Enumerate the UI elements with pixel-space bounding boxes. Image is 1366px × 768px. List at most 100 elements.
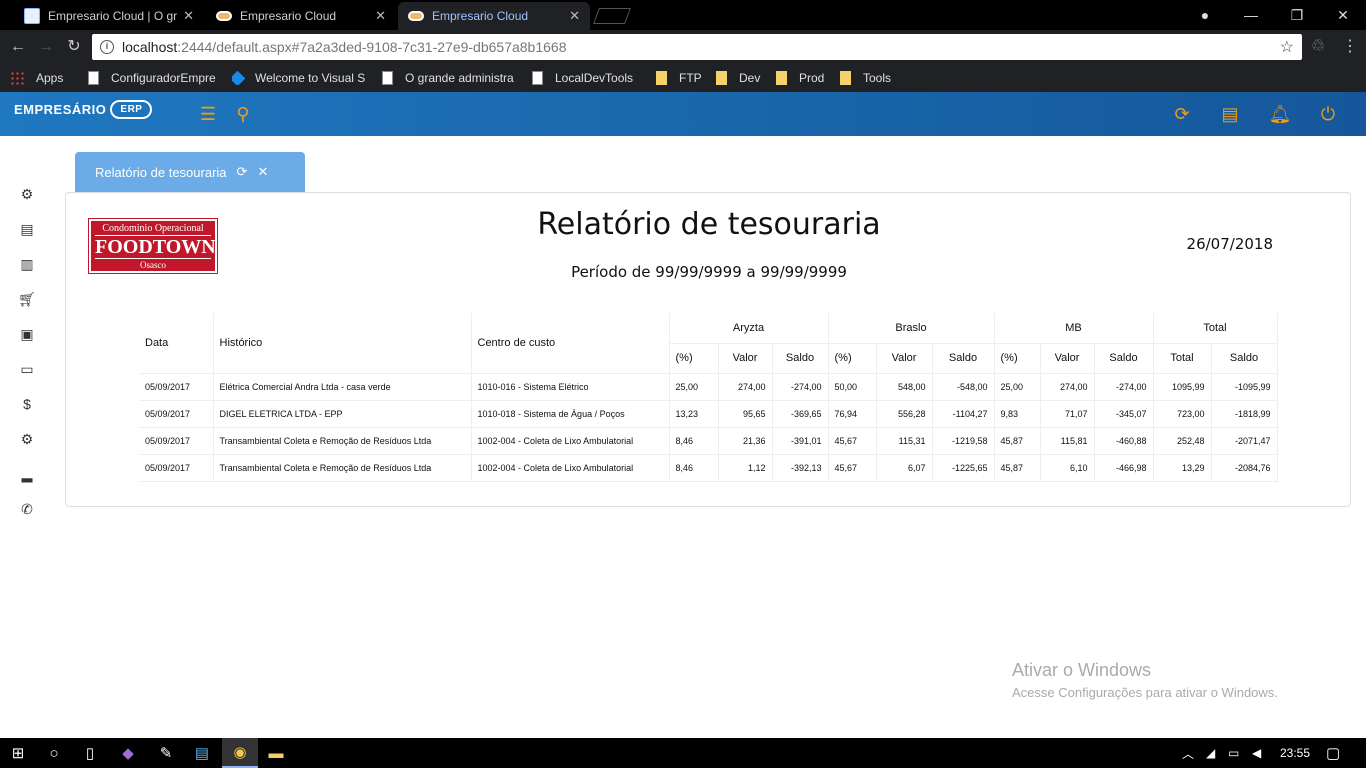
table-cell: -1104,27 xyxy=(932,400,995,428)
table-cell: 556,28 xyxy=(876,400,933,428)
list-icon[interactable]: ▤ xyxy=(16,218,38,240)
windows-start-icon[interactable]: ⊞ xyxy=(0,738,36,768)
table-cell: 05/09/2017 xyxy=(139,373,214,401)
volume-icon[interactable]: ◀ xyxy=(1252,738,1261,768)
table-cell: -2071,47 xyxy=(1211,427,1278,455)
bookmark-ftp[interactable]: FTP xyxy=(656,71,706,85)
tab-relatorio-tesouraria[interactable]: Relatório de tesouraria ⟳ ✕ xyxy=(75,152,305,192)
app-logo[interactable]: EMPRESÁRIO ERP xyxy=(14,100,153,119)
report-period: Período de 99/99/9999 a 99/99/9999 xyxy=(571,263,847,281)
bookmark-tools[interactable]: Tools xyxy=(840,71,900,85)
tray-chevron-icon[interactable]: ︿ xyxy=(1182,738,1194,768)
money-icon[interactable]: ▭ xyxy=(16,358,38,380)
minimize-button[interactable]: — xyxy=(1228,0,1274,30)
bar-chart-icon[interactable]: ▂ xyxy=(16,463,38,485)
extension-icon[interactable]: ♲ xyxy=(1308,37,1328,57)
back-icon[interactable]: ← xyxy=(8,37,28,57)
tab-label: Empresario Cloud xyxy=(240,9,337,23)
table-cell: 723,00 xyxy=(1153,400,1212,428)
wifi-icon[interactable]: ◢ xyxy=(1206,738,1215,768)
archive-icon[interactable]: ▣ xyxy=(16,323,38,345)
header-saldo: Saldo xyxy=(772,343,829,374)
reload-icon[interactable]: ↻ xyxy=(64,37,84,57)
battery-icon[interactable]: ▭ xyxy=(1228,738,1239,768)
info-icon[interactable]: i xyxy=(100,40,114,54)
bookmark-label: O grande administra xyxy=(405,71,514,85)
bookmark-configurador[interactable]: ConfiguradorEmpre xyxy=(88,71,222,85)
address-bar[interactable]: i localhost:2444/default.aspx#7a2a3ded-9… xyxy=(92,34,1302,60)
close-icon[interactable]: ✕ xyxy=(569,8,580,24)
table-cell: 1095,99 xyxy=(1153,373,1212,401)
bookmark-dev[interactable]: Dev xyxy=(716,71,766,85)
bookmark-label: Tools xyxy=(863,71,892,85)
report-date: 26/07/2018 xyxy=(1186,235,1273,253)
table-cell: -1095,99 xyxy=(1211,373,1278,401)
table-cell: -345,07 xyxy=(1094,400,1154,428)
menu-kebab-icon[interactable]: ⋮ xyxy=(1340,37,1360,57)
forward-icon[interactable]: → xyxy=(36,37,56,57)
new-tab-button[interactable] xyxy=(593,8,631,24)
table-cell: 274,00 xyxy=(1040,373,1095,401)
table-cell: 115,31 xyxy=(876,427,933,455)
browser-tab-2[interactable]: Empresario Cloud ✕ xyxy=(206,2,396,30)
task-view-icon[interactable]: ▯ xyxy=(72,738,108,768)
barcode-icon[interactable]: ▥ xyxy=(16,253,38,275)
bookmark-apps[interactable]: Apps xyxy=(10,71,66,85)
gear-icon[interactable]: ⚙ xyxy=(16,183,38,205)
bookmark-label: LocalDevTools xyxy=(555,71,634,85)
page-icon xyxy=(382,71,393,85)
table-cell: Transambiental Coleta e Remoção de Resíd… xyxy=(213,427,472,455)
table-cell: 45,87 xyxy=(994,427,1041,455)
table-cell: 1010-016 - Sistema Elétrico xyxy=(471,373,670,401)
folder-icon xyxy=(716,71,727,85)
cart-icon[interactable]: 🛒︎ xyxy=(16,288,38,310)
table-cell: -274,00 xyxy=(1094,373,1154,401)
notification-icon[interactable]: ▢ xyxy=(1326,738,1340,768)
table-cell: -1219,58 xyxy=(932,427,995,455)
gears-icon[interactable]: ⚙ xyxy=(16,428,38,450)
bookmarks-bar: Apps ConfiguradorEmpre Welcome to Visual… xyxy=(0,64,1366,92)
header-centro-custo: Centro de custo xyxy=(471,313,670,374)
table-row: 05/09/2017 Transambiental Coleta e Remoçã… xyxy=(139,454,1278,482)
phone-icon[interactable]: ✆ xyxy=(16,498,38,520)
close-icon[interactable]: ✕ xyxy=(257,164,268,180)
search-icon[interactable]: ⚲ xyxy=(231,102,255,126)
browser-tab-3[interactable]: Empresario Cloud ✕ xyxy=(398,2,590,30)
bookmark-prod[interactable]: Prod xyxy=(776,71,830,85)
bookmark-visual-studio[interactable]: Welcome to Visual S xyxy=(232,71,372,85)
windows-taskbar: ⊞ ○ ▯ ◆ ✎ ▤ ◉ ▬ ︿ ◢ ▭ ◀ 23:55 ▢ xyxy=(0,738,1366,768)
clock[interactable]: 23:55 xyxy=(1280,738,1310,768)
header-group-mb: MB xyxy=(994,313,1154,344)
bookmark-star-icon[interactable]: ☆ xyxy=(1280,37,1294,57)
refresh-icon[interactable]: ⟳ xyxy=(237,164,248,180)
hamburger-menu-icon[interactable]: ☰ xyxy=(196,102,220,126)
bell-icon[interactable]: 🔔︎ xyxy=(1268,102,1292,126)
close-icon[interactable]: ✕ xyxy=(183,8,194,24)
close-icon[interactable]: ✕ xyxy=(375,8,386,24)
table-cell: 8,46 xyxy=(669,454,719,482)
header-group-total: Total xyxy=(1153,313,1278,344)
table-cell: -1818,99 xyxy=(1211,400,1278,428)
refresh-icon[interactable]: ⟳ xyxy=(1170,102,1194,126)
chrome-icon[interactable]: ◉ xyxy=(222,738,258,768)
tool-icon[interactable]: ✎ xyxy=(148,738,184,768)
bookmark-localdevtools[interactable]: LocalDevTools xyxy=(532,71,646,85)
cortana-icon[interactable]: ○ xyxy=(36,738,72,768)
bookmark-o-grande[interactable]: O grande administra xyxy=(382,71,522,85)
server-icon[interactable]: ▤ xyxy=(1218,102,1242,126)
header-pct: (%) xyxy=(669,343,719,374)
table-cell: -1225,65 xyxy=(932,454,995,482)
table-cell: 9,83 xyxy=(994,400,1041,428)
table-cell: 05/09/2017 xyxy=(139,400,214,428)
notepad-icon[interactable]: ▤ xyxy=(184,738,220,768)
table-cell: 8,46 xyxy=(669,427,719,455)
power-icon[interactable]: ⏻ xyxy=(1316,102,1340,126)
dollar-icon[interactable]: $ xyxy=(16,393,38,415)
visual-studio-icon[interactable]: ◆ xyxy=(110,738,146,768)
close-window-button[interactable]: ✕ xyxy=(1320,0,1366,30)
profile-icon[interactable]: ● xyxy=(1182,0,1228,30)
file-explorer-icon[interactable]: ▬ xyxy=(258,738,294,768)
browser-tab-1[interactable]: Empresario Cloud | O gra ✕ xyxy=(14,2,204,30)
table-cell: 115,81 xyxy=(1040,427,1095,455)
restore-button[interactable]: ❐ xyxy=(1274,0,1320,30)
